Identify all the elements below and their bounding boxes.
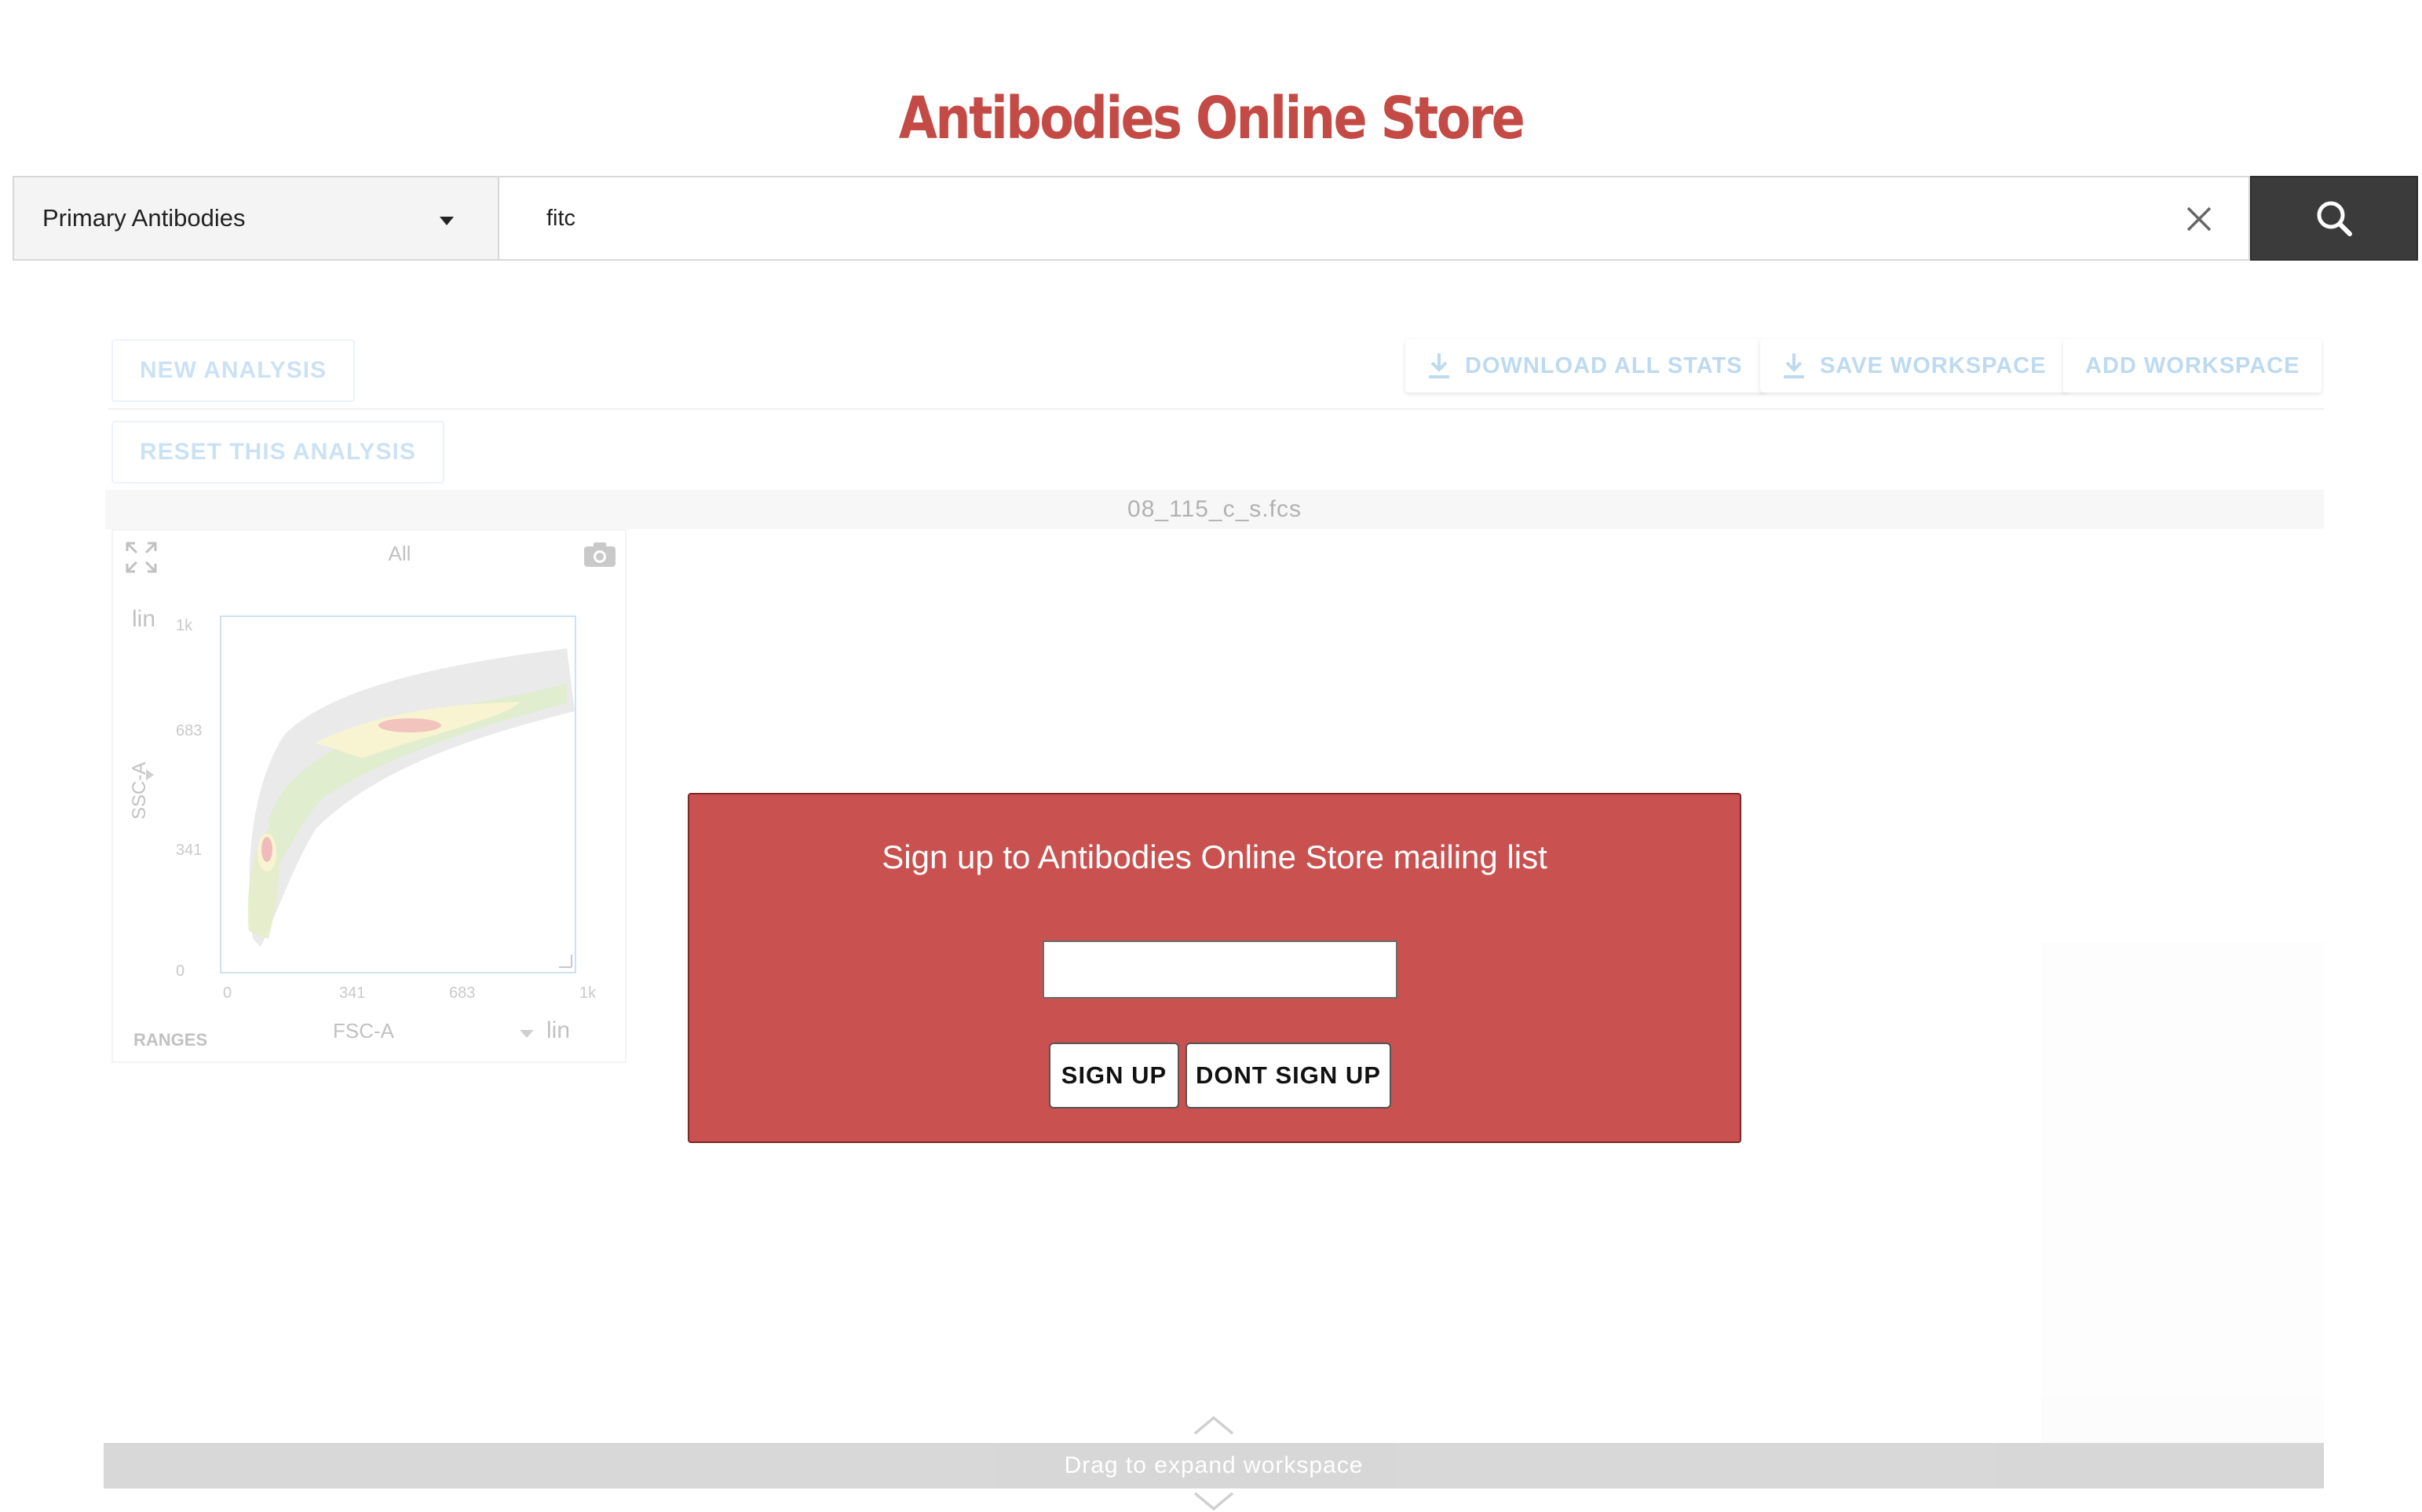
x-tick: 1k [579,984,597,1002]
ranges-button[interactable]: RANGES [133,1030,207,1050]
reset-analysis-label: RESET THIS ANALYSIS [140,439,416,465]
dont-sign-up-label: DONT SIGN UP [1196,1061,1381,1089]
save-workspace-label: SAVE WORKSPACE [1820,352,2047,378]
new-analysis-label: NEW ANALYSIS [140,357,327,383]
caret-down-icon[interactable] [518,1028,535,1039]
plot-card: All lin SSC-A 1k 683 341 0 0 341 683 1k … [111,529,627,1063]
modal-title: Sign up to Antibodies Online Store maili… [882,838,1547,875]
download-icon [1429,353,1449,378]
expand-icon[interactable] [124,540,159,575]
sign-up-button[interactable]: SIGN UP [1049,1043,1179,1108]
save-workspace-button[interactable]: SAVE WORKSPACE [1760,339,2069,393]
chevron-down-icon[interactable] [1193,1492,1234,1512]
y-tick: 341 [176,842,203,859]
workspace: NEW ANALYSIS DOWNLOAD ALL STATS SAVE WOR… [0,0,2422,1512]
camera-icon[interactable] [583,540,617,568]
dont-sign-up-button[interactable]: DONT SIGN UP [1185,1043,1391,1108]
file-name-bar: 08_115_c_s.fcs [105,490,2324,529]
y-scale-label[interactable]: lin [132,606,155,633]
axis-toggle-icon[interactable] [144,768,155,782]
add-workspace-label: ADD WORKSPACE [2085,352,2300,378]
scatter-density [247,648,575,968]
y-tick: 683 [176,722,203,740]
chevron-up-icon[interactable] [1193,1415,1234,1435]
x-tick: 683 [449,984,476,1002]
y-tick: 0 [176,962,185,980]
reset-analysis-button[interactable]: RESET THIS ANALYSIS [111,421,444,484]
x-tick: 341 [339,984,366,1002]
drag-expand-bar[interactable]: Drag to expand workspace [104,1443,2324,1488]
gate-label: All [388,542,411,565]
toolbar-divider [108,408,2324,410]
download-all-stats-label: DOWNLOAD ALL STATS [1465,352,1743,378]
download-icon [1784,353,1804,378]
x-tick: 0 [223,984,232,1002]
drag-expand-label: Drag to expand workspace [1064,1452,1364,1478]
x-scale-label[interactable]: lin [546,1017,570,1044]
y-tick: 1k [176,617,193,634]
side-panel [2041,942,2324,1444]
scatter-plot[interactable] [220,615,576,973]
x-axis-label[interactable]: FSC-A [333,1019,394,1043]
email-field[interactable] [1043,940,1397,999]
file-name: 08_115_c_s.fcs [1127,496,1302,522]
sign-up-label: SIGN UP [1061,1061,1167,1089]
signup-modal: Sign up to Antibodies Online Store maili… [688,793,1741,1143]
add-workspace-button[interactable]: ADD WORKSPACE [2063,339,2322,393]
download-all-stats-button[interactable]: DOWNLOAD ALL STATS [1405,339,1765,393]
new-analysis-button[interactable]: NEW ANALYSIS [111,339,356,402]
